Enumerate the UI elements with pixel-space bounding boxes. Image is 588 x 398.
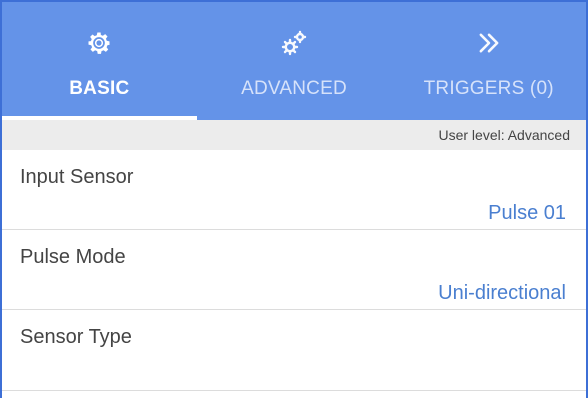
setting-row-sensor-type[interactable]: Sensor Type bbox=[2, 310, 586, 391]
setting-label: Input Sensor bbox=[20, 166, 134, 188]
tab-advanced[interactable]: ADVANCED bbox=[197, 2, 392, 120]
app-frame: BASIC ADVANCED TRIGGERS (0) User level: … bbox=[0, 0, 588, 398]
tab-bar: BASIC ADVANCED TRIGGERS (0) bbox=[2, 2, 586, 120]
setting-label: Sensor Type bbox=[20, 326, 132, 348]
setting-value: Uni-directional bbox=[438, 282, 566, 304]
double-chevron-right-icon bbox=[474, 28, 504, 58]
setting-label: Pulse Mode bbox=[20, 246, 126, 268]
gears-icon bbox=[279, 28, 309, 58]
tab-basic-label: BASIC bbox=[69, 78, 130, 99]
tab-triggers[interactable]: TRIGGERS (0) bbox=[391, 2, 586, 120]
tab-basic[interactable]: BASIC bbox=[2, 2, 197, 120]
tab-advanced-label: ADVANCED bbox=[241, 78, 347, 99]
setting-value: Pulse 01 bbox=[488, 202, 566, 224]
setting-row-input-sensor[interactable]: Input Sensor Pulse 01 bbox=[2, 150, 586, 230]
gear-icon bbox=[84, 28, 114, 58]
user-level-bar: User level: Advanced bbox=[2, 120, 586, 150]
setting-row-pulse-mode[interactable]: Pulse Mode Uni-directional bbox=[2, 230, 586, 310]
user-level-text: User level: Advanced bbox=[438, 127, 570, 143]
tab-triggers-label: TRIGGERS (0) bbox=[423, 78, 554, 99]
